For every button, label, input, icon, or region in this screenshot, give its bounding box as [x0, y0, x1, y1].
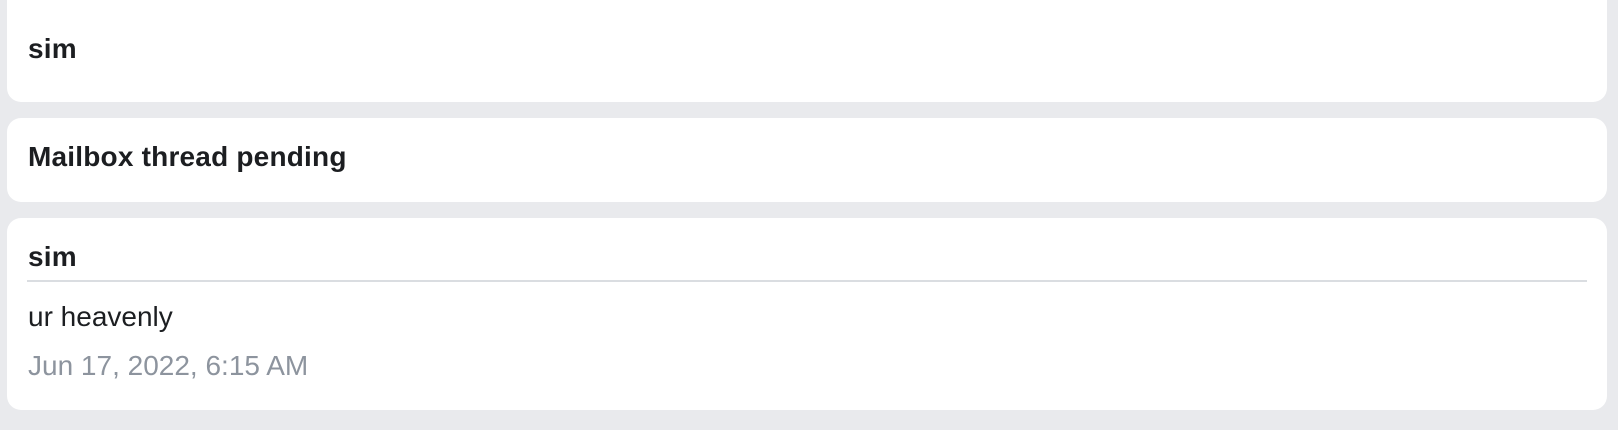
thread-status-title: Mailbox thread pending	[28, 141, 347, 172]
message-card[interactable]: sim ur heavenly Jun 17, 2022, 6:15 AM	[7, 218, 1607, 410]
message-timestamp: Jun 17, 2022, 6:15 AM	[28, 350, 309, 381]
thread-header-card: sim	[7, 0, 1607, 102]
thread-status-card: Mailbox thread pending	[7, 118, 1607, 202]
sender-name: sim	[28, 33, 77, 64]
message-divider	[27, 280, 1587, 282]
message-sender: sim	[28, 241, 77, 272]
message-body: ur heavenly	[28, 301, 173, 332]
